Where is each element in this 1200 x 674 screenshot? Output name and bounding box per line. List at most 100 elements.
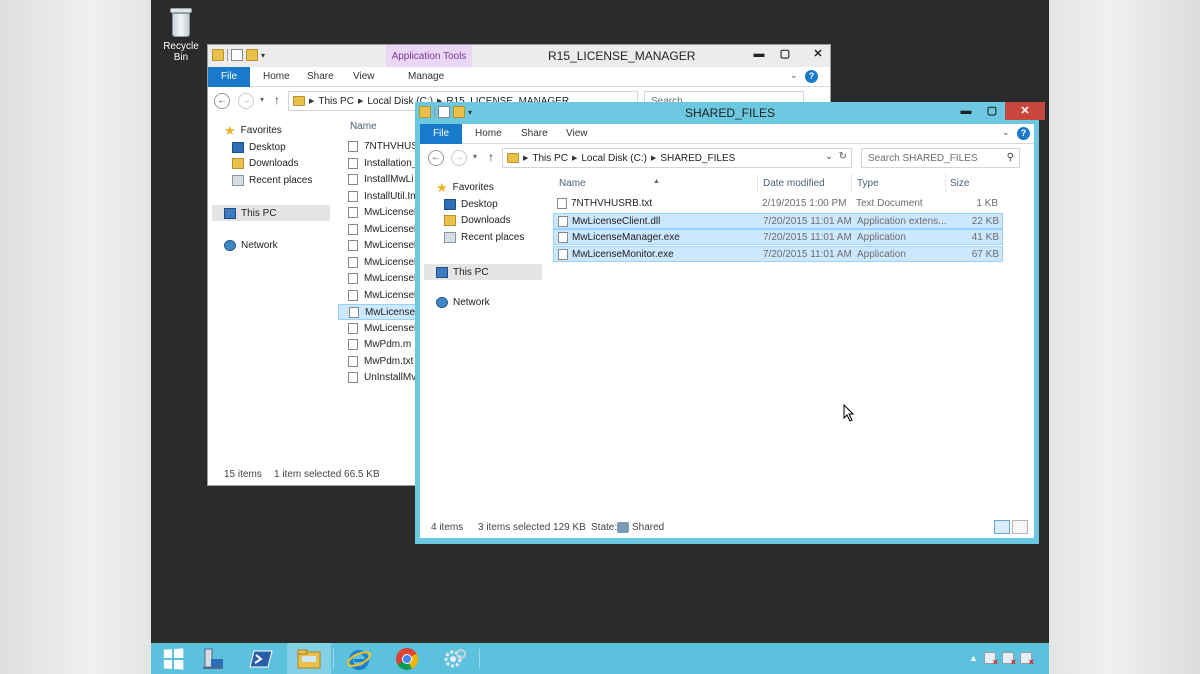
volume-icon[interactable] xyxy=(1019,652,1034,667)
forward-button[interactable]: → xyxy=(451,150,467,166)
tab-home[interactable]: Home xyxy=(263,67,290,87)
title-bar[interactable]: ▾ Application Tools R15_LICENSE_MANAGER … xyxy=(208,45,830,67)
nav-downloads[interactable]: Downloads xyxy=(444,215,510,226)
forward-button[interactable]: → xyxy=(238,93,254,109)
action-center-icon[interactable] xyxy=(983,652,998,667)
help-icon[interactable]: ? xyxy=(805,70,818,83)
recent-locations-icon[interactable]: ▾ xyxy=(473,152,477,161)
table-row[interactable]: 7NTHVHUSRB.txt 2/19/2015 1:00 PM Text Docu… xyxy=(553,196,1003,212)
table-row[interactable]: MwLicenseMonitor.exe 7/20/2015 11:01 AM Ap… xyxy=(553,245,1003,262)
column-date-modified[interactable]: Date modified xyxy=(763,178,825,189)
powershell-button[interactable] xyxy=(239,643,283,674)
sort-ascending-icon: ▲ xyxy=(653,178,660,185)
tab-home[interactable]: Home xyxy=(475,124,502,144)
file-icon xyxy=(348,223,358,235)
back-button[interactable]: ← xyxy=(214,93,230,109)
server-manager-button[interactable] xyxy=(191,643,235,674)
maximize-button[interactable]: ▢ xyxy=(979,102,1005,120)
breadcrumb-folder[interactable]: SHARED_FILES xyxy=(660,153,735,164)
recent-places-icon xyxy=(232,175,244,186)
file-icon xyxy=(348,289,358,301)
nav-recent-places[interactable]: Recent places xyxy=(232,175,312,186)
column-name[interactable]: Name xyxy=(350,121,377,132)
file-explorer-icon xyxy=(297,649,321,668)
file-name: MwLicenseClient.dll xyxy=(572,215,661,227)
chrome-button[interactable] xyxy=(385,643,429,674)
nav-recent-places[interactable]: Recent places xyxy=(444,232,524,243)
nav-favorites[interactable]: ★ Favorites xyxy=(224,124,282,137)
customize-toolbar-icon[interactable]: ▾ xyxy=(261,51,265,60)
close-button[interactable]: ✕ xyxy=(1005,102,1045,120)
tab-file[interactable]: File xyxy=(420,124,462,144)
navigation-pane: ★ Favorites Desktop Downloads Recent plac… xyxy=(208,115,333,465)
recycle-bin[interactable]: Recycle Bin xyxy=(156,6,206,63)
chevron-down-icon[interactable]: ⌄ xyxy=(1002,127,1010,138)
nav-downloads[interactable]: Downloads xyxy=(232,158,298,169)
downloads-icon xyxy=(232,158,244,169)
properties-icon[interactable] xyxy=(231,49,243,61)
breadcrumb-local-disk[interactable]: Local Disk (C:) xyxy=(581,153,647,164)
table-row[interactable]: MwLicenseClient.dll 7/20/2015 11:01 AM App… xyxy=(553,212,1003,229)
title-bar[interactable]: ▾ SHARED_FILES ▬ ▢ ✕ xyxy=(415,102,1045,124)
network-status-icon[interactable] xyxy=(1001,652,1016,667)
back-button[interactable]: ← xyxy=(428,150,444,166)
windows-logo-icon xyxy=(163,647,184,670)
file-date: 7/20/2015 11:01 AM xyxy=(763,215,852,227)
nav-desktop[interactable]: Desktop xyxy=(232,142,286,153)
recent-places-icon xyxy=(444,232,456,243)
recent-locations-icon[interactable]: ▾ xyxy=(260,95,264,104)
window-body: File Home Share View ⌄ ? ← → ▾ ↑ ▶ This … xyxy=(420,124,1034,538)
column-type[interactable]: Type xyxy=(857,178,879,189)
minimize-button[interactable]: ▬ xyxy=(746,45,772,63)
column-size[interactable]: Size xyxy=(950,178,969,189)
close-button[interactable]: ✕ xyxy=(798,45,838,63)
customize-toolbar-icon[interactable]: ▾ xyxy=(468,108,472,117)
address-controls[interactable]: ⌄ ↻ xyxy=(825,151,847,162)
show-hidden-icons-button[interactable]: ▲ xyxy=(969,653,978,663)
file-explorer-button[interactable] xyxy=(287,643,331,674)
file-name: 7NTHVHUSRB.txt xyxy=(571,198,653,209)
maximize-button[interactable]: ▢ xyxy=(772,45,798,63)
column-name[interactable]: Name xyxy=(559,178,586,189)
new-folder-icon[interactable] xyxy=(453,106,465,118)
up-button[interactable]: ↑ xyxy=(488,150,494,164)
nav-favorites[interactable]: ★ Favorites xyxy=(436,181,494,194)
file-icon xyxy=(348,141,358,152)
file-size: 41 KB xyxy=(971,232,999,243)
properties-icon[interactable] xyxy=(438,106,450,118)
tab-share[interactable]: Share xyxy=(521,124,548,144)
tab-manage[interactable]: Manage xyxy=(408,67,444,87)
nav-desktop[interactable]: Desktop xyxy=(444,199,498,210)
ribbon-tabs: File Home Share View Manage ⌄ ? xyxy=(208,67,830,87)
breadcrumb-this-pc[interactable]: This PC xyxy=(532,153,568,164)
nav-this-pc[interactable]: This PC xyxy=(424,264,542,280)
settings-button[interactable] xyxy=(433,643,477,674)
chevron-down-icon[interactable]: ⌄ xyxy=(790,70,798,81)
table-row[interactable]: MwLicenseManager.exe 7/20/2015 11:01 AM Ap… xyxy=(553,229,1003,245)
explorer-window-shared-files[interactable]: ▾ SHARED_FILES ▬ ▢ ✕ File Home Share Vie… xyxy=(415,102,1045,544)
nav-network[interactable]: Network xyxy=(224,240,278,251)
tab-share[interactable]: Share xyxy=(307,67,334,87)
nav-this-pc[interactable]: This PC xyxy=(212,205,330,221)
tab-view[interactable]: View xyxy=(353,67,375,87)
shared-users-icon xyxy=(617,522,629,533)
minimize-button[interactable]: ▬ xyxy=(953,102,979,120)
file-icon xyxy=(348,207,358,218)
start-button[interactable] xyxy=(151,643,195,674)
help-icon[interactable]: ? xyxy=(1017,127,1030,140)
breadcrumb-this-pc[interactable]: This PC xyxy=(318,96,354,107)
internet-explorer-button[interactable] xyxy=(337,643,381,674)
tab-view[interactable]: View xyxy=(566,124,588,144)
address-bar[interactable]: ▶ This PC ▶ Local Disk (C:) ▶ SHARED_FIL… xyxy=(502,148,852,168)
system-tray: ▲ xyxy=(969,652,1034,667)
up-button[interactable]: ↑ xyxy=(274,93,280,107)
details-view-icon[interactable] xyxy=(994,520,1010,534)
nav-network[interactable]: Network xyxy=(436,297,490,308)
item-count: 4 items xyxy=(431,522,464,533)
large-icons-view-icon[interactable] xyxy=(1012,520,1028,534)
search-input[interactable]: Search SHARED_FILES ⚲ xyxy=(861,148,1020,168)
file-date: 2/19/2015 1:00 PM xyxy=(762,198,847,209)
new-folder-icon[interactable] xyxy=(246,49,258,61)
tab-file[interactable]: File xyxy=(208,67,250,87)
taskbar: ▲ xyxy=(151,643,1049,674)
